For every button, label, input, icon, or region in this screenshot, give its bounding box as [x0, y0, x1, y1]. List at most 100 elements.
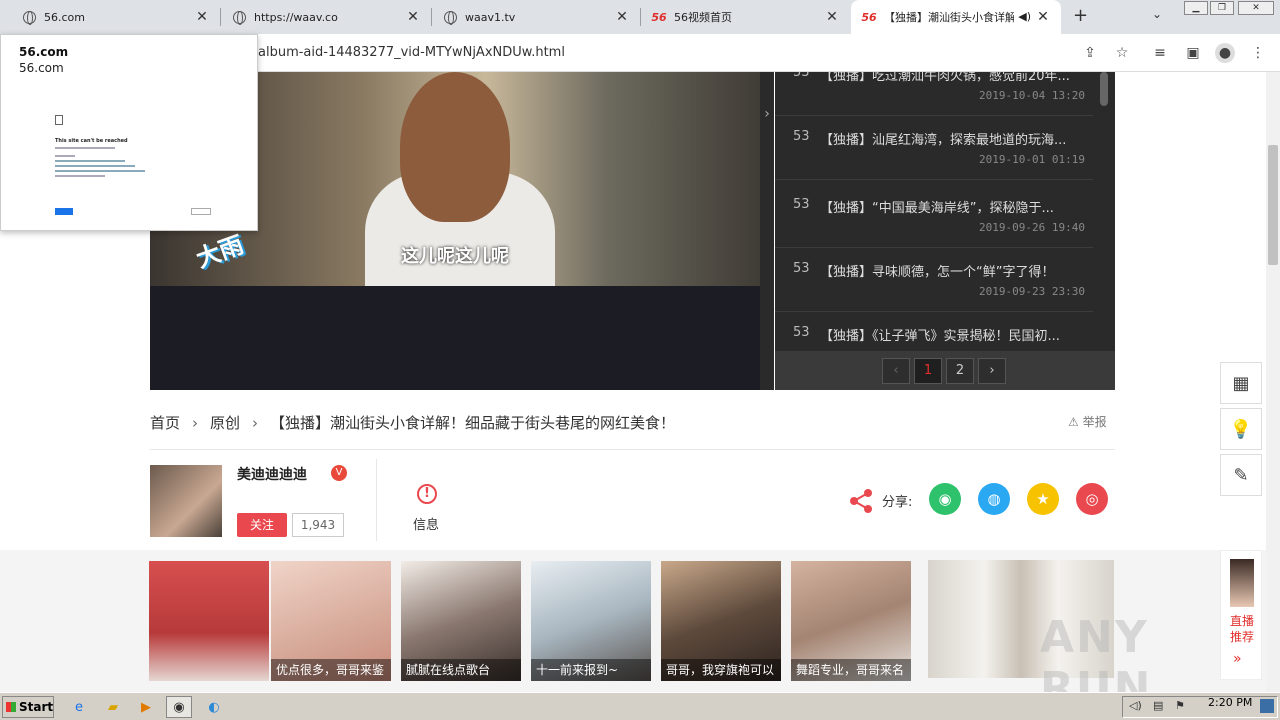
item-date: 2019-09-26 19:40	[979, 221, 1085, 234]
tab-4[interactable]: 56 56视频首页 ✕	[641, 0, 850, 34]
feedback-edit-icon[interactable]: ✎	[1220, 454, 1262, 496]
tab-hover-preview: 56.com 56.com This site can't be reached	[0, 34, 258, 231]
profile-avatar-icon[interactable]: ●	[1215, 43, 1235, 63]
playlist-item[interactable]: 53 【独播】吃过潮汕牛肉火锅，感觉前20年... 2019-10-04 13:…	[775, 72, 1093, 116]
report-link[interactable]: ⚠ 举报	[1068, 413, 1107, 430]
item-num: 53	[793, 129, 810, 144]
playlist-scrollbar[interactable]	[1100, 72, 1108, 106]
close-icon[interactable]: ✕	[405, 9, 421, 25]
info-label[interactable]: 信息	[413, 514, 439, 533]
reading-list-icon[interactable]: ≡	[1150, 43, 1170, 63]
scrollbar-thumb[interactable]	[1268, 145, 1278, 265]
item-title: 【独播】《让子弹飞》实景揭秘！民国初...	[820, 329, 1060, 344]
playlist-item[interactable]: 53 【独播】寻味顺德，怎一个“鲜”字了得！ 2019-09-23 23:30	[775, 248, 1093, 312]
preview-title: 56.com	[19, 45, 69, 59]
card-caption: 十一前来报到~	[531, 659, 651, 681]
breadcrumb: 首页 › 原创 › 【独播】潮汕街头小食详解！细品藏于街头巷尾的网红美食！	[150, 412, 675, 433]
item-num: 53	[793, 261, 810, 276]
item-num: 53	[793, 325, 810, 340]
recommend-card[interactable]: 舞蹈专业，哥哥来名	[791, 561, 911, 681]
recommend-card[interactable]: 腻腻在线点歌台	[401, 561, 521, 681]
close-window-button[interactable]: ✕	[1238, 1, 1274, 15]
tab-title: 56视频首页	[674, 11, 732, 24]
network-icon[interactable]: ▤	[1153, 699, 1163, 712]
bookmark-star-icon[interactable]: ☆	[1112, 43, 1132, 63]
globe-icon	[232, 10, 246, 25]
next-page-button[interactable]: ›	[978, 358, 1006, 384]
speaker-icon[interactable]: ◀)	[1018, 10, 1031, 23]
live-avatar	[1230, 559, 1254, 607]
ie-icon[interactable]: e	[66, 696, 92, 718]
chevron-down-icon[interactable]: ⌄	[1152, 7, 1162, 21]
author-avatar[interactable]	[150, 465, 222, 537]
close-icon[interactable]: ✕	[1035, 9, 1051, 25]
restore-button[interactable]: ❐	[1210, 1, 1234, 15]
weibo-share-icon[interactable]: ◎	[1076, 483, 1108, 515]
chrome-icon[interactable]: ◉	[166, 696, 192, 718]
menu-dots-icon[interactable]: ⋮	[1248, 43, 1268, 63]
card-caption: 优点很多，哥哥来鉴	[271, 659, 391, 681]
playlist-item[interactable]: 53 【独播】“中国最美海岸线”，探秘隐于... 2019-09-26 19:4…	[775, 184, 1093, 248]
page-title: 【独播】潮汕街头小食详解！细品藏于街头巷尾的网红美食！	[270, 414, 676, 432]
edge-icon[interactable]: ◐	[201, 696, 227, 718]
recommend-card[interactable]: 十一前来报到~	[531, 561, 651, 681]
recommend-card[interactable]: 哥哥，我穿旗袍可以	[661, 561, 781, 681]
side-panel-icon[interactable]: ▣	[1183, 43, 1203, 63]
item-title: 【独播】吃过潮汕牛肉火锅，感觉前20年...	[820, 72, 1070, 84]
breadcrumb-category-link[interactable]: 原创	[210, 412, 240, 433]
item-num: 53	[793, 72, 810, 80]
tab-2[interactable]: https://waav.co ✕	[221, 0, 431, 34]
wechat-share-icon[interactable]: ◉	[929, 483, 961, 515]
chevron-right-icon[interactable]: ›	[760, 72, 774, 390]
breadcrumb-home-link[interactable]: 首页	[150, 412, 180, 433]
tab-3[interactable]: waav1.tv ✕	[432, 0, 640, 34]
new-tab-plus-icon[interactable]: +	[1073, 5, 1088, 26]
qzone-share-icon[interactable]: ★	[1027, 483, 1059, 515]
flag-icon[interactable]: ⚑	[1175, 699, 1185, 712]
close-icon[interactable]: ✕	[824, 9, 840, 25]
minimize-button[interactable]: ▁	[1184, 1, 1208, 15]
page-2-button[interactable]: 2	[946, 358, 974, 384]
recommend-card[interactable]	[149, 561, 269, 681]
tab-title: 56.com	[44, 10, 85, 24]
divider	[376, 459, 377, 541]
item-num: 53	[793, 197, 810, 212]
item-date: 2019-09-23 23:30	[979, 285, 1085, 298]
clock: 2:20 PM	[1208, 696, 1253, 709]
lightbulb-icon[interactable]: 💡	[1220, 408, 1262, 450]
url-input[interactable]: album-aid-14483277_vid-MTYwNjAxNDUw.html	[258, 45, 565, 60]
page-scrollbar[interactable]	[1266, 72, 1280, 692]
playlist-panel: 53 【独播】吃过潮汕牛肉火锅，感觉前20年... 2019-10-04 13:…	[775, 72, 1115, 390]
share-page-icon[interactable]: ⇪	[1080, 43, 1100, 63]
tab-1[interactable]: 56.com ✕	[0, 0, 220, 34]
preview-url: 56.com	[19, 61, 64, 75]
follow-button[interactable]: 关注	[237, 513, 287, 537]
follower-count: 1,943	[292, 513, 344, 537]
video-subtitle: 这儿呢这儿呢	[401, 246, 509, 267]
close-icon[interactable]: ✕	[614, 9, 630, 25]
reload-button	[55, 208, 73, 215]
prev-page-button[interactable]: ‹	[882, 358, 910, 384]
globe-icon	[22, 10, 36, 25]
author-name[interactable]: 美迪迪迪迪	[237, 464, 307, 484]
volume-icon[interactable]: ◁)	[1129, 699, 1142, 712]
qq-share-icon[interactable]: ◍	[978, 483, 1010, 515]
system-tray: ◁) ▤ ⚑	[1122, 696, 1278, 718]
show-desktop-icon[interactable]	[1260, 699, 1274, 713]
media-player-icon[interactable]: ▶	[133, 696, 159, 718]
playlist-item[interactable]: 53 【独播】汕尾红海湾，探索最地道的玩海... 2019-10-01 01:1…	[775, 116, 1093, 180]
divider	[150, 449, 1115, 450]
close-icon[interactable]: ✕	[194, 9, 210, 25]
page-1-button[interactable]: 1	[914, 358, 942, 384]
browser-tab-bar: 56.com ✕ https://waav.co ✕ waav1.tv ✕ 56…	[0, 0, 1280, 34]
qrcode-icon[interactable]: ▦	[1220, 362, 1262, 404]
info-icon[interactable]: !	[417, 484, 437, 504]
start-button[interactable]: Start	[2, 696, 54, 718]
recommend-card[interactable]: 优点很多，哥哥来鉴	[271, 561, 391, 681]
watermark: ANY RUN	[1040, 612, 1153, 692]
taskbar: Start e ▰ ▶ ◉ ◐ ◁) ▤ ⚑	[0, 692, 1280, 720]
chevron-right-icon: ›	[252, 413, 259, 432]
item-date: 2019-10-01 01:19	[979, 153, 1085, 166]
folder-icon[interactable]: ▰	[100, 696, 126, 718]
tab-5-active[interactable]: 56 【独播】潮汕街头小食详解 ◀) ✕	[851, 0, 1061, 34]
